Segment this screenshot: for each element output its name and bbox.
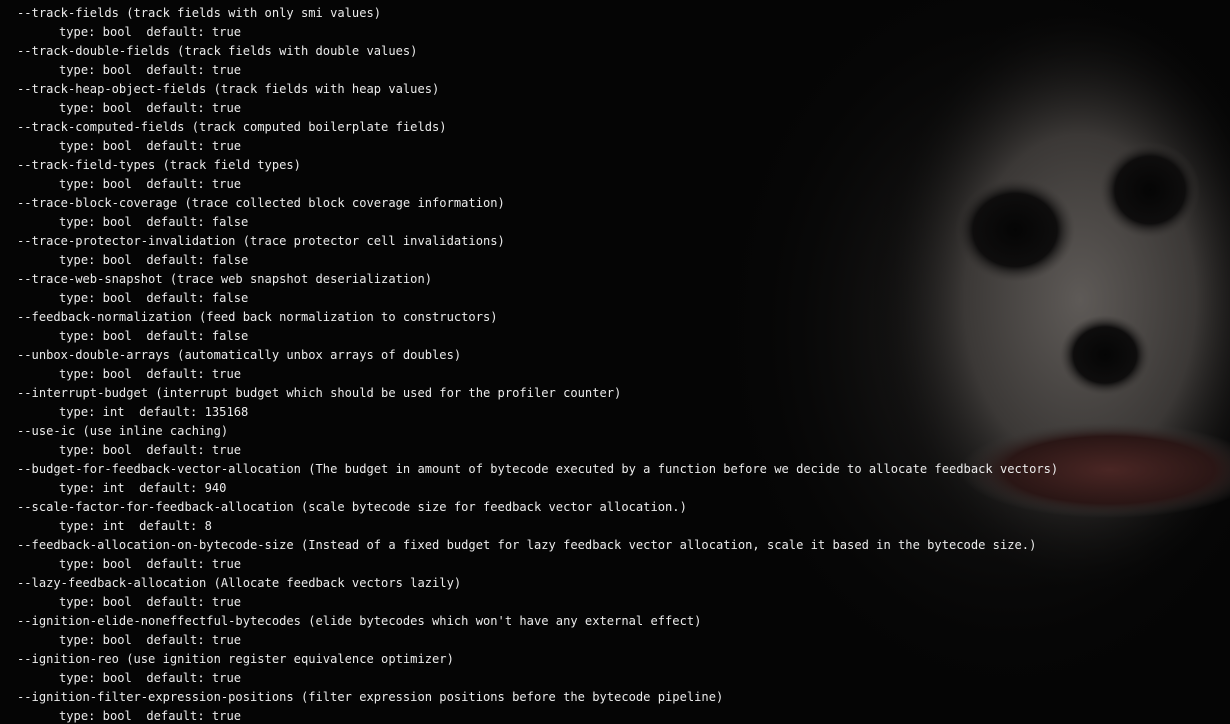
- flag-entry: --budget-for-feedback-vector-allocation …: [17, 460, 1230, 498]
- flag-entry: --trace-protector-invalidation (trace pr…: [17, 232, 1230, 270]
- flag-description: --scale-factor-for-feedback-allocation (…: [17, 500, 687, 514]
- flag-entry: --feedback-allocation-on-bytecode-size (…: [17, 536, 1230, 574]
- flag-entry: --track-heap-object-fields (track fields…: [17, 80, 1230, 118]
- flag-type-default: type: bool default: true: [59, 25, 242, 39]
- flag-description: --feedback-normalization (feed back norm…: [17, 310, 498, 324]
- flag-description: --track-computed-fields (track computed …: [17, 120, 447, 134]
- flag-description: --track-fields (track fields with only s…: [17, 6, 382, 20]
- flag-type-default: type: bool default: false: [59, 253, 249, 267]
- flag-type-default: type: bool default: true: [59, 367, 242, 381]
- flag-type-default: type: bool default: false: [59, 329, 249, 343]
- flag-entry: --track-field-types (track field types) t…: [17, 156, 1230, 194]
- flag-description: --track-heap-object-fields (track fields…: [17, 82, 440, 96]
- flag-type-default: type: bool default: true: [59, 139, 242, 153]
- flag-type-default: type: bool default: false: [59, 291, 249, 305]
- flag-type-default: type: int default: 940: [59, 481, 227, 495]
- flag-entry: --use-ic (use inline caching) type: bool …: [17, 422, 1230, 460]
- flag-type-default: type: bool default: true: [59, 595, 242, 609]
- flag-entry: --track-fields (track fields with only s…: [17, 4, 1230, 42]
- flag-entry: --interrupt-budget (interrupt budget whi…: [17, 384, 1230, 422]
- flag-entry: --trace-web-snapshot (trace web snapshot…: [17, 270, 1230, 308]
- flag-description: --unbox-double-arrays (automatically unb…: [17, 348, 462, 362]
- flag-description: --track-field-types (track field types): [17, 158, 301, 172]
- flag-entry: --trace-block-coverage (trace collected …: [17, 194, 1230, 232]
- flag-entry: --ignition-filter-expression-positions (…: [17, 688, 1230, 724]
- flag-type-default: type: bool default: true: [59, 671, 242, 685]
- flag-type-default: type: bool default: true: [59, 709, 242, 723]
- flag-type-default: type: bool default: true: [59, 633, 242, 647]
- flag-entry: --unbox-double-arrays (automatically unb…: [17, 346, 1230, 384]
- flag-description: --budget-for-feedback-vector-allocation …: [17, 462, 1059, 476]
- flag-description: --trace-web-snapshot (trace web snapshot…: [17, 272, 433, 286]
- flag-entry: --lazy-feedback-allocation (Allocate fee…: [17, 574, 1230, 612]
- flag-type-default: type: bool default: true: [59, 557, 242, 571]
- flag-entry: --scale-factor-for-feedback-allocation (…: [17, 498, 1230, 536]
- flag-entry: --ignition-reo (use ignition register eq…: [17, 650, 1230, 688]
- flag-description: --trace-protector-invalidation (trace pr…: [17, 234, 505, 248]
- flag-type-default: type: bool default: true: [59, 443, 242, 457]
- flag-type-default: type: bool default: true: [59, 63, 242, 77]
- flag-entry: --ignition-elide-noneffectful-bytecodes …: [17, 612, 1230, 650]
- flag-description: --interrupt-budget (interrupt budget whi…: [17, 386, 622, 400]
- flag-type-default: type: bool default: false: [59, 215, 249, 229]
- flag-entry: --track-computed-fields (track computed …: [17, 118, 1230, 156]
- flag-entry: --feedback-normalization (feed back norm…: [17, 308, 1230, 346]
- flag-type-default: type: bool default: true: [59, 101, 242, 115]
- flag-type-default: type: bool default: true: [59, 177, 242, 191]
- flag-description: --track-double-fields (track fields with…: [17, 44, 418, 58]
- flag-description: --use-ic (use inline caching): [17, 424, 229, 438]
- flag-type-default: type: int default: 8: [59, 519, 212, 533]
- terminal-window[interactable]: --track-fields (track fields with only s…: [0, 0, 1230, 724]
- flag-description: --ignition-elide-noneffectful-bytecodes …: [17, 614, 702, 628]
- flag-description: --ignition-reo (use ignition register eq…: [17, 652, 454, 666]
- flag-description: --feedback-allocation-on-bytecode-size (…: [17, 538, 1037, 552]
- flag-description: --lazy-feedback-allocation (Allocate fee…: [17, 576, 462, 590]
- flag-entry: --track-double-fields (track fields with…: [17, 42, 1230, 80]
- flag-description: --ignition-filter-expression-positions (…: [17, 690, 724, 704]
- flag-description: --trace-block-coverage (trace collected …: [17, 196, 505, 210]
- terminal-output[interactable]: --track-fields (track fields with only s…: [17, 4, 1230, 724]
- flag-type-default: type: int default: 135168: [59, 405, 249, 419]
